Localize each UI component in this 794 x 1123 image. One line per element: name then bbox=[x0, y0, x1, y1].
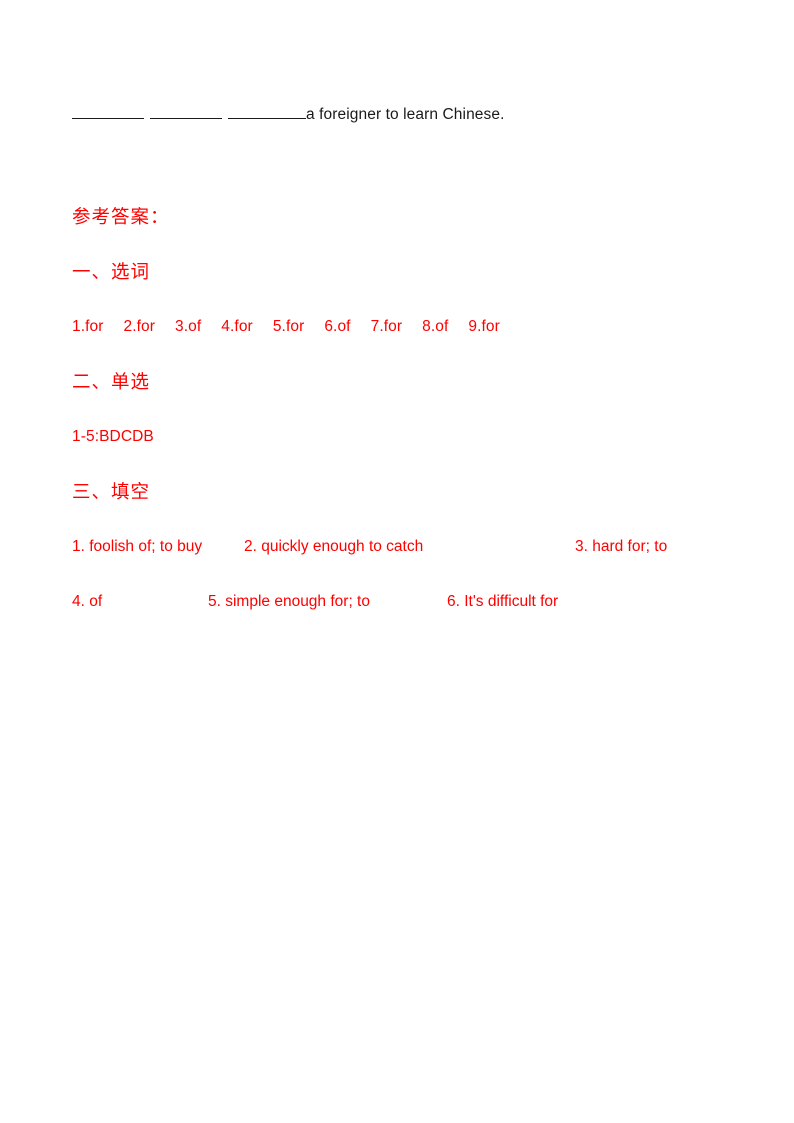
word-choice-answer-7: 7.for bbox=[370, 318, 403, 335]
word-choice-answer-1: 1.for bbox=[72, 318, 104, 335]
question-trailing-text: a foreigner to learn Chinese. bbox=[306, 106, 505, 123]
document-page: a foreigner to learn Chinese. 参考答案： 一、选词… bbox=[0, 0, 794, 1123]
fill-in-answer-6: 6. It's difficult for bbox=[447, 593, 559, 610]
word-choice-answer-2: 2.for bbox=[123, 318, 156, 335]
word-choice-answer-3: 3.of bbox=[175, 318, 202, 335]
multiple-choice-answers: 1-5:BDCDB bbox=[72, 428, 154, 445]
section-heading-fill-in: 三、填空 bbox=[72, 483, 151, 503]
word-choice-answer-4: 4.for bbox=[221, 318, 253, 335]
section-heading-row-1: 一、选词 bbox=[72, 260, 752, 315]
fill-in-answer-5: 5. simple enough for; to bbox=[208, 593, 370, 610]
section-heading-word-choice: 一、选词 bbox=[72, 263, 151, 283]
answer-key-block: 参考答案： 一、选词 1.for 2.for 3.of 4.for 5.for 6.of 7… bbox=[72, 205, 752, 645]
word-choice-answer-5: 5.for bbox=[272, 318, 305, 335]
section-heading-row-2: 二、单选 bbox=[72, 370, 752, 425]
word-choice-answer-9: 9.for bbox=[468, 318, 500, 335]
fill-in-answer-4: 4. of bbox=[72, 593, 103, 610]
word-choice-answer-8: 8.of bbox=[422, 318, 449, 335]
fill-in-answer-3: 3. hard for; to bbox=[575, 538, 668, 555]
section-heading-multiple-choice: 二、单选 bbox=[72, 373, 151, 393]
word-choice-answers: 1.for 2.for 3.of 4.for 5.for 6.of 7.for 8.of 9.f… bbox=[72, 315, 752, 370]
section-heading-row-3: 三、填空 bbox=[72, 480, 752, 535]
fill-in-blank-2 bbox=[150, 104, 222, 119]
fill-in-blank-1 bbox=[72, 104, 144, 119]
word-choice-answer-6: 6.of bbox=[324, 318, 351, 335]
fill-in-answer-1: 1. foolish of; to buy bbox=[72, 538, 203, 555]
fill-in-answers-row-1: 1. foolish of; to buy 2. quickly enough … bbox=[72, 535, 752, 590]
answer-key-title: 参考答案： bbox=[72, 208, 170, 228]
question-line: a foreigner to learn Chinese. bbox=[72, 104, 505, 126]
fill-in-answers-row-2: 4. of 5. simple enough for; to 6. It's d… bbox=[72, 590, 752, 645]
multiple-choice-answers-row: 1-5:BDCDB bbox=[72, 425, 752, 480]
answer-key-title-row: 参考答案： bbox=[72, 205, 752, 260]
fill-in-answer-2: 2. quickly enough to catch bbox=[244, 538, 424, 555]
fill-in-blank-3 bbox=[228, 104, 306, 119]
